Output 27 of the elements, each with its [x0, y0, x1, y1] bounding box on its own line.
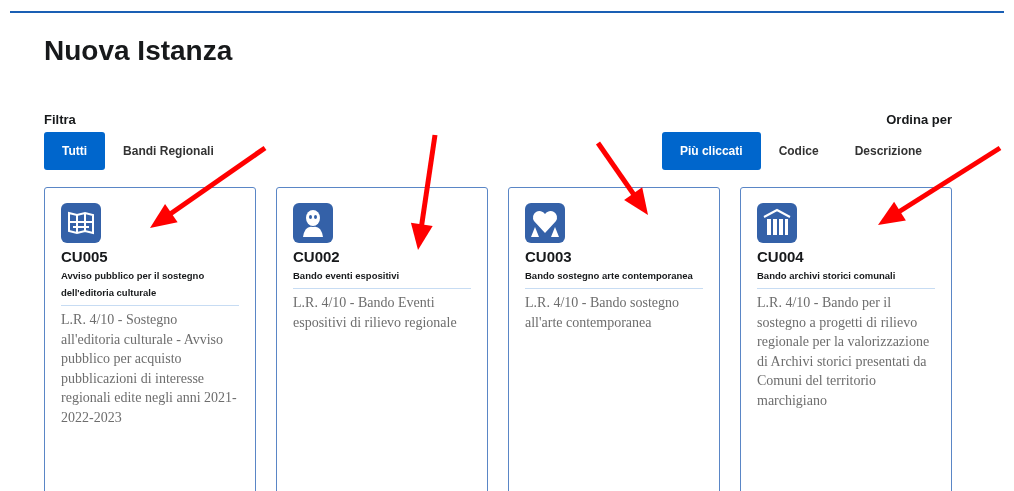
card-description: L.R. 4/10 - Bando per il sostegno a progetti di rilievo regionale per la valorizzazione di Archivi storici presentati da Comuni del territorio marchigiano: [757, 294, 931, 410]
sort-button[interactable]: Più cliccati: [661, 132, 761, 170]
card-code: CU002: [293, 248, 341, 265]
card-title: Bando eventi espositivi: [293, 267, 471, 289]
filter-button[interactable]: Bandi Regionali: [105, 132, 232, 170]
card-description: L.R. 4/10 - Bando sostegno all'arte contemporanea: [525, 294, 680, 332]
sort-button[interactable]: Descrizione: [836, 132, 940, 170]
card[interactable]: CU004 Bando archivi storici comunali L.R. 4/10 - Bando per il sostegno a progetti di rilievo regionale per la valorizzazione di Archivi storici presentati da Comuni del territorio marchigiano: [740, 187, 952, 491]
books-icon: [757, 203, 797, 243]
filter-label: Filtra: [44, 112, 77, 128]
page-title: Nuova Istanza: [44, 35, 234, 67]
sort-label: Ordina per: [886, 112, 952, 128]
card-title: Bando archivi storici comunali: [757, 267, 935, 289]
card-code: CU005: [61, 248, 109, 265]
map-icon: [61, 203, 101, 243]
card[interactable]: CU003 Bando sostegno arte contemporanea L.R. 4/10 - Bando sostegno all'arte contemporanea: [508, 187, 720, 491]
card[interactable]: [44, 187, 256, 491]
card-title: Avviso pubblico per il sostegno dell'editoria culturale: [61, 267, 239, 306]
card-title: Bando sostegno arte contemporanea: [525, 267, 703, 289]
card[interactable]: CU002 Bando eventi espositivi L.R. 4/10 - Bando Eventi espositivi di rilievo regionale: [276, 187, 488, 491]
card-code: CU003: [525, 248, 573, 265]
filter-button[interactable]: Tutti: [44, 132, 106, 170]
card-description: L.R. 4/10 - Sostegno all'editoria culturale - Avviso pubblico per acquisto pubblicazioni di interesse regionali edite negli anni 2021-2022-2023: [61, 311, 238, 427]
sort-button[interactable]: Codice: [760, 132, 837, 170]
card-description: L.R. 4/10 - Bando Eventi espositivi di rilievo regionale: [293, 294, 458, 332]
figure-icon: [293, 203, 333, 243]
card-code: CU004: [757, 248, 805, 265]
